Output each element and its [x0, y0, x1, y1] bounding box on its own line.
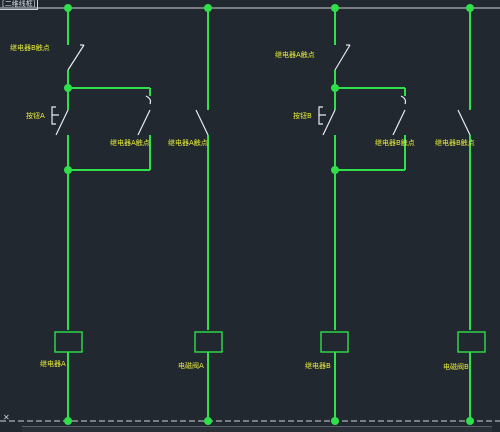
- horizontal-scrollbar[interactable]: [22, 426, 492, 432]
- valve-a-coil-symbol: [194, 331, 223, 353]
- relay-a-contact-switch-b: [334, 44, 351, 71]
- label-valve-b: 电磁阀B: [443, 362, 469, 371]
- label-valve-a: 电磁阀A: [178, 361, 204, 370]
- label-relay-a-coil: 继电器A: [40, 359, 66, 368]
- relay-b-coil-symbol: [320, 331, 349, 353]
- ladder-diagram: ✕ 继电器B触点 按钮A 继电器A触点 继电器A触点 继电器A 电磁阀A 继电器…: [0, 4, 500, 425]
- label-relay-a-contact-right: 继电器A触点: [275, 50, 315, 59]
- label-relay-b-contact-left: 继电器B触点: [10, 43, 50, 52]
- label-button-a: 按钮A: [26, 111, 45, 120]
- label-button-b: 按钮B: [293, 111, 312, 120]
- relay-a-coil-symbol: [54, 331, 83, 353]
- label-relay-a-contact-valve: 继电器A触点: [168, 138, 208, 147]
- valve-b-coil-symbol: [457, 331, 486, 353]
- rung-valve-b: [457, 4, 486, 425]
- rung-relay-b: [318, 4, 407, 425]
- valve-b-contact-switch: [457, 109, 471, 136]
- label-relay-a-contact-left: 继电器A触点: [110, 138, 150, 147]
- rung-relay-a: [51, 4, 152, 425]
- valve-a-contact-switch: [195, 109, 209, 136]
- relay-b-contact-switch-b: [392, 109, 406, 136]
- label-relay-b-coil: 继电器B: [305, 361, 331, 370]
- label-relay-b-contact-valve: 继电器B触点: [435, 138, 475, 147]
- button-a-switch: [55, 109, 69, 136]
- relay-b-contact-switch: [67, 44, 85, 71]
- relay-a-contact-switch: [137, 109, 151, 136]
- ucs-icon: ✕: [3, 413, 10, 422]
- button-b-switch: [322, 109, 336, 136]
- label-relay-b-contact-right: 继电器B触点: [375, 138, 415, 147]
